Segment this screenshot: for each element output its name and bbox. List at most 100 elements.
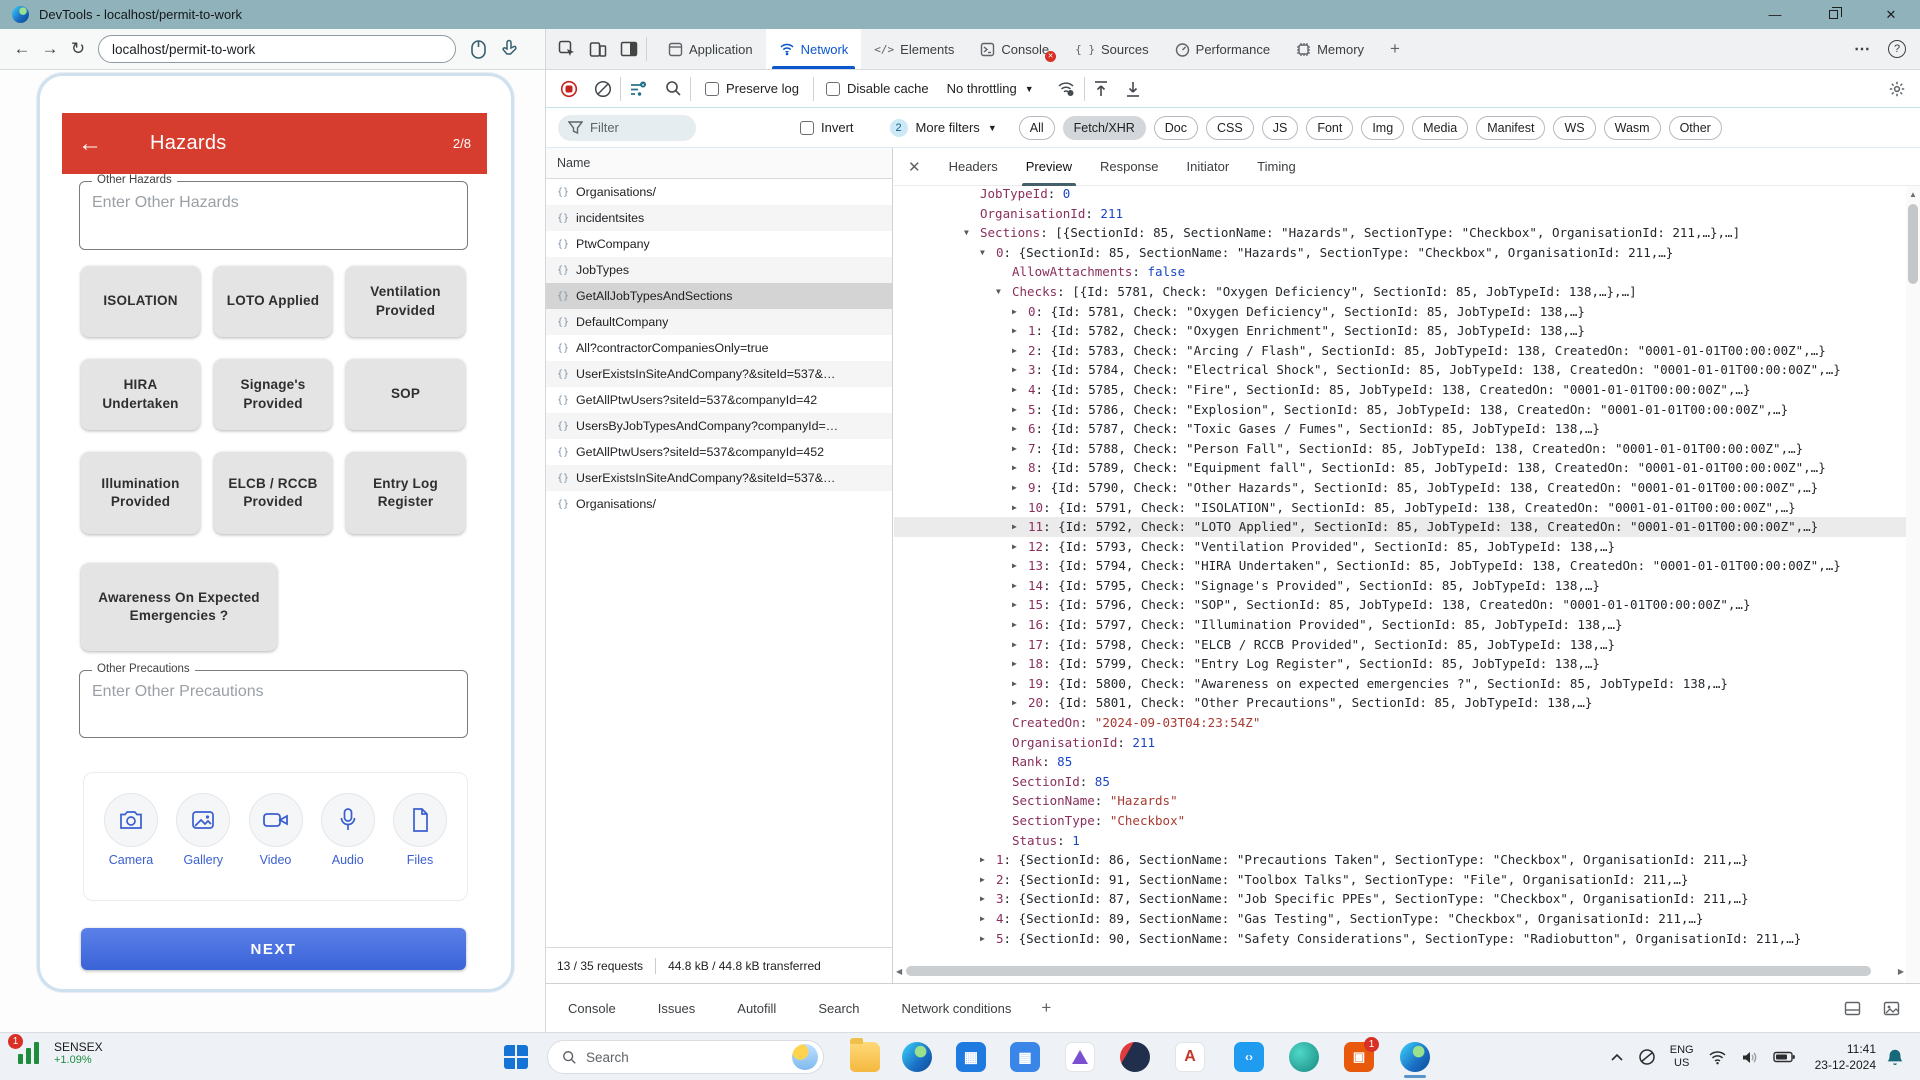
- hazard-button-illumination-provided[interactable]: Illumination Provided: [81, 452, 200, 534]
- tab-application[interactable]: Application: [655, 29, 766, 69]
- request-row[interactable]: {}GetAllJobTypesAndSections: [546, 283, 892, 309]
- back-arrow-icon[interactable]: ←: [78, 130, 102, 158]
- tab-memory[interactable]: Memory: [1283, 29, 1377, 69]
- widgets-button[interactable]: 1 SENSEX +1.09%: [14, 1038, 103, 1068]
- expand-arrow-icon[interactable]: ▶: [1012, 458, 1017, 478]
- expand-arrow-icon[interactable]: ▶: [980, 929, 985, 949]
- volume-icon[interactable]: [1741, 1050, 1759, 1065]
- request-row[interactable]: {}PtwCompany: [546, 231, 892, 257]
- filter-chip-font[interactable]: Font: [1306, 116, 1353, 140]
- expand-arrow-icon[interactable]: ▶: [1012, 302, 1017, 322]
- json-tree-row[interactable]: ▼0: {SectionId: 85, SectionName: "Hazard…: [894, 243, 1906, 263]
- expand-arrow-icon[interactable]: ▶: [1012, 321, 1017, 341]
- filter-icon[interactable]: ✕: [629, 81, 647, 97]
- expand-arrow-icon[interactable]: ▶: [1012, 360, 1017, 380]
- back-icon[interactable]: ←: [8, 39, 36, 59]
- more-filters-caret-icon[interactable]: ▼: [988, 123, 997, 133]
- collapse-arrow-icon[interactable]: ▼: [996, 282, 1001, 302]
- request-row[interactable]: {}incidentsites: [546, 205, 892, 231]
- request-row[interactable]: {}UserExistsInSiteAndCompany?&siteId=537…: [546, 361, 892, 387]
- hazard-button-awareness[interactable]: Awareness On Expected Emergencies ?: [81, 563, 277, 651]
- request-row[interactable]: {}Organisations/: [546, 491, 892, 517]
- json-tree-row[interactable]: ▶20: {Id: 5801, Check: "Other Precaution…: [894, 693, 1906, 713]
- filter-chip-manifest[interactable]: Manifest: [1476, 116, 1545, 140]
- audio-button[interactable]: Audio: [317, 793, 379, 900]
- json-tree-row[interactable]: ▶3: {Id: 5784, Check: "Electrical Shock"…: [894, 360, 1906, 380]
- dock-side-icon[interactable]: [620, 40, 638, 58]
- drawer-tab-autofill[interactable]: Autofill: [737, 1001, 776, 1016]
- edge-icon[interactable]: [1400, 1042, 1430, 1072]
- add-drawer-tab-button[interactable]: +: [1041, 998, 1051, 1018]
- drawer-tab-network-conditions[interactable]: Network conditions: [902, 1001, 1012, 1016]
- request-row[interactable]: {}DefaultCompany: [546, 309, 892, 335]
- expand-arrow-icon[interactable]: ▶: [1012, 674, 1017, 694]
- json-tree-row[interactable]: ▶5: {Id: 5786, Check: "Explosion", Secti…: [894, 400, 1906, 420]
- request-row[interactable]: {}UsersByJobTypesAndCompany?companyId=…: [546, 413, 892, 439]
- json-tree-row[interactable]: ▶14: {Id: 5795, Check: "Signage's Provid…: [894, 576, 1906, 596]
- tab-preview[interactable]: Preview: [1026, 148, 1072, 186]
- gallery-button[interactable]: Gallery: [172, 793, 234, 900]
- collapse-arrow-icon[interactable]: ▼: [980, 243, 985, 263]
- files-button[interactable]: Files: [389, 793, 451, 900]
- collapse-arrow-icon[interactable]: ▼: [964, 223, 969, 243]
- prism-app-icon[interactable]: [1065, 1042, 1095, 1072]
- edge-icon[interactable]: [902, 1042, 932, 1072]
- file-explorer-icon[interactable]: [850, 1042, 880, 1072]
- tab-initiator[interactable]: Initiator: [1187, 148, 1230, 186]
- tab-headers[interactable]: Headers: [949, 148, 998, 186]
- expand-arrow-icon[interactable]: ▶: [1012, 400, 1017, 420]
- json-tree-row[interactable]: ▼Sections: [{SectionId: 85, SectionName:…: [894, 223, 1906, 243]
- expand-arrow-icon[interactable]: ▶: [1012, 341, 1017, 361]
- tray-chevron-icon[interactable]: [1610, 1053, 1624, 1062]
- network-conditions-icon[interactable]: [1056, 80, 1076, 97]
- json-tree-row[interactable]: ▶4: {SectionId: 89, SectionName: "Gas Te…: [894, 909, 1906, 929]
- expand-arrow-icon[interactable]: ▶: [1012, 439, 1017, 459]
- tab-response[interactable]: Response: [1100, 148, 1159, 186]
- json-tree-row[interactable]: ▶9: {Id: 5790, Check: "Other Hazards", S…: [894, 478, 1906, 498]
- json-tree-row[interactable]: ▶2: {Id: 5783, Check: "Arcing / Flash", …: [894, 341, 1906, 361]
- language-indicator[interactable]: ENG US: [1670, 1044, 1694, 1070]
- forward-icon[interactable]: →: [36, 39, 64, 59]
- close-button[interactable]: ✕: [1862, 0, 1920, 29]
- video-button[interactable]: Video: [245, 793, 307, 900]
- expand-arrow-icon[interactable]: ▶: [1012, 478, 1017, 498]
- json-tree-row[interactable]: ▶1: {Id: 5782, Check: "Oxygen Enrichment…: [894, 321, 1906, 341]
- json-tree-row[interactable]: ▶19: {Id: 5800, Check: "Awareness on exp…: [894, 674, 1906, 694]
- disable-cache-checkbox[interactable]: [826, 82, 840, 96]
- preserve-log-checkbox[interactable]: [705, 82, 719, 96]
- orange-app-icon[interactable]: ▣1: [1344, 1042, 1374, 1072]
- settings-gear-icon[interactable]: [1888, 80, 1906, 98]
- import-har-icon[interactable]: [1093, 80, 1109, 98]
- request-row[interactable]: {}JobTypes: [546, 257, 892, 283]
- json-tree-row[interactable]: ▶3: {SectionId: 87, SectionName: "Job Sp…: [894, 889, 1906, 909]
- expand-arrow-icon[interactable]: ▶: [980, 909, 985, 929]
- hazard-button-sop[interactable]: SOP: [346, 359, 465, 430]
- tab-performance[interactable]: Performance: [1162, 29, 1283, 69]
- hazard-button-entry-log-register[interactable]: Entry Log Register: [346, 452, 465, 534]
- teal-app-icon[interactable]: [1289, 1042, 1319, 1072]
- hazard-button-loto-applied[interactable]: LOTO Applied: [214, 266, 332, 337]
- hazard-button-isolation[interactable]: ISOLATION: [81, 266, 200, 337]
- minimize-button[interactable]: —: [1746, 0, 1804, 29]
- filter-chip-media[interactable]: Media: [1412, 116, 1468, 140]
- reload-icon[interactable]: ↻: [64, 39, 92, 59]
- drawer-tab-console[interactable]: Console: [568, 1001, 616, 1016]
- scroll-up-icon[interactable]: ▲: [1906, 190, 1920, 199]
- help-icon[interactable]: ?: [1888, 40, 1906, 58]
- more-tabs-button[interactable]: +: [1377, 29, 1413, 69]
- json-tree-row[interactable]: ▶17: {Id: 5798, Check: "ELCB / RCCB Prov…: [894, 635, 1906, 655]
- request-row[interactable]: {}UserExistsInSiteAndCompany?&siteId=537…: [546, 465, 892, 491]
- export-har-icon[interactable]: [1125, 80, 1141, 98]
- vertical-scrollbar[interactable]: ▲: [1906, 186, 1920, 983]
- json-tree-row[interactable]: ▶5: {SectionId: 90, SectionName: "Safety…: [894, 929, 1906, 949]
- expand-arrow-icon[interactable]: ▶: [1012, 517, 1017, 537]
- expand-arrow-icon[interactable]: ▶: [1012, 537, 1017, 557]
- filter-chip-other[interactable]: Other: [1669, 116, 1722, 140]
- battery-icon[interactable]: [1773, 1051, 1795, 1063]
- device-toolbar-icon[interactable]: [589, 40, 607, 58]
- next-button[interactable]: NEXT: [81, 928, 466, 970]
- drawer-tab-issues[interactable]: Issues: [658, 1001, 696, 1016]
- json-tree-row[interactable]: ▶12: {Id: 5793, Check: "Ventilation Prov…: [894, 537, 1906, 557]
- filter-input[interactable]: Filter: [558, 115, 696, 141]
- throttling-caret-icon[interactable]: ▼: [1025, 84, 1034, 94]
